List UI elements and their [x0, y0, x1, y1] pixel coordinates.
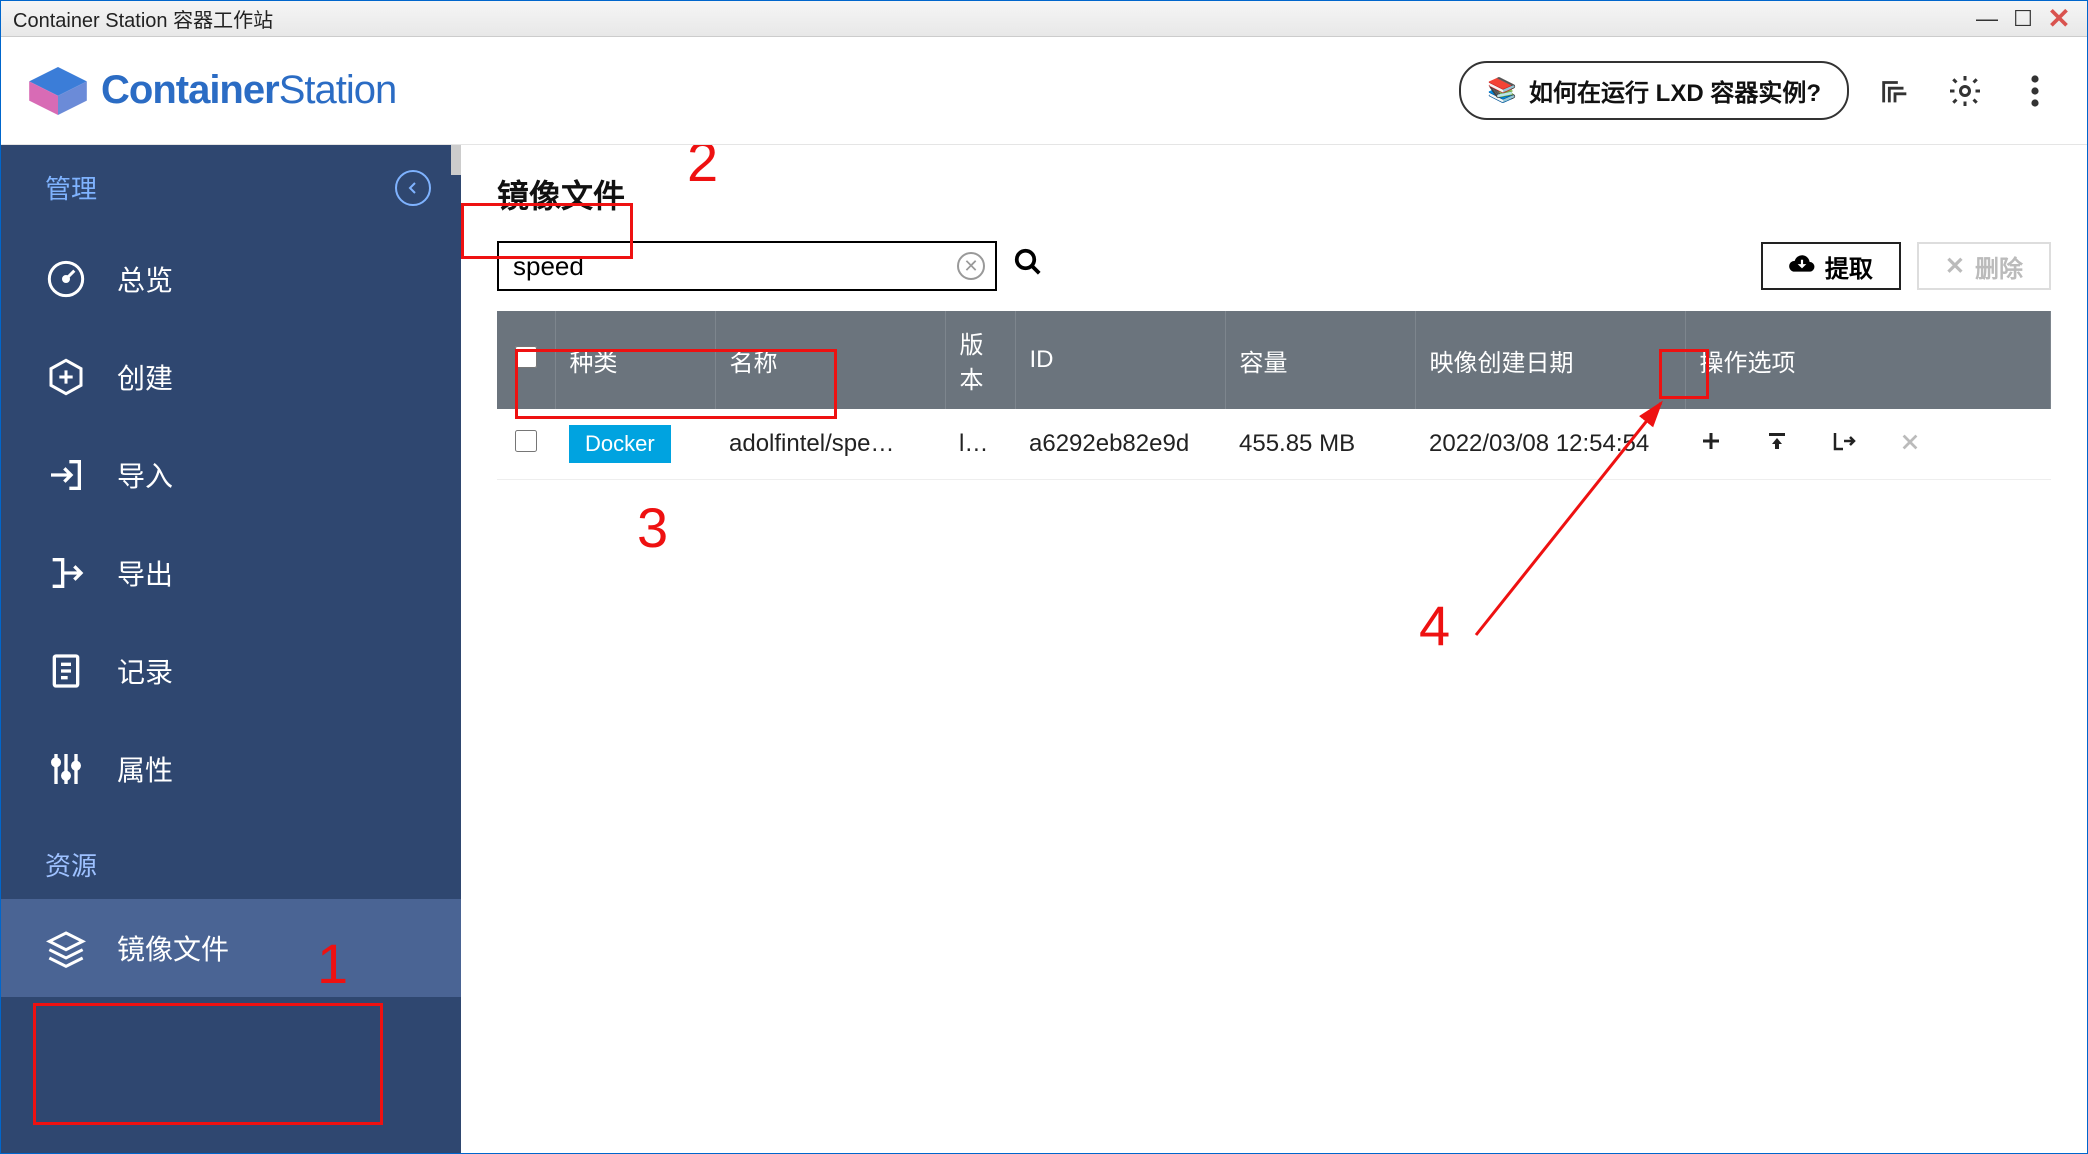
- cell-created: 2022/03/08 12:54:54: [1415, 409, 1685, 480]
- annotation-3: 3: [637, 495, 668, 560]
- sidebar-item-overview[interactable]: 总览: [1, 230, 461, 328]
- sidebar-item-import[interactable]: 导入: [1, 426, 461, 524]
- close-icon: ✕: [1945, 252, 1965, 281]
- col-id[interactable]: ID: [1015, 311, 1225, 409]
- create-container-action[interactable]: [1699, 428, 1723, 460]
- main-content: 镜像文件 ✕ 提取 ✕ 删除: [461, 145, 2087, 1153]
- window-maximize-button[interactable]: ☐: [2007, 7, 2039, 31]
- delete-button: ✕ 删除: [1917, 242, 2051, 290]
- col-actions: 操作选项: [1685, 311, 2051, 409]
- window-close-button[interactable]: ✕: [2043, 7, 2075, 31]
- window-title: Container Station 容器工作站: [13, 4, 273, 33]
- remove-action[interactable]: [1899, 428, 1921, 460]
- toolbar: ✕ 提取 ✕ 删除: [497, 241, 2051, 291]
- sidebar-item-label: 属性: [117, 749, 173, 789]
- window-minimize-button[interactable]: —: [1971, 7, 2003, 31]
- sidebar-item-label: 镜像文件: [117, 928, 229, 968]
- table-row[interactable]: Docker adolfintel/spe… l… a6292eb82e9d 4…: [497, 409, 2051, 480]
- sidebar-collapse-button[interactable]: [395, 170, 431, 206]
- plus-hex-icon: [45, 356, 87, 398]
- howto-lxd-button[interactable]: 📚 如何在运行 LXD 容器实例?: [1459, 61, 1849, 120]
- sidebar-section-resource: 资源: [1, 818, 461, 899]
- search-input-wrapper[interactable]: ✕: [497, 241, 997, 291]
- import-icon: [45, 454, 87, 496]
- sidebar-section-manage: 管理: [1, 145, 461, 230]
- col-created[interactable]: 映像创建日期: [1415, 311, 1685, 409]
- sidebar-item-images[interactable]: 镜像文件: [1, 899, 461, 997]
- images-table: 种类 名称 版本 ID 容量 映像创建日期 操作选项 Docker adolfi…: [497, 311, 2051, 480]
- sidebar-scrollbar[interactable]: [451, 145, 461, 175]
- col-version[interactable]: 版本: [945, 311, 1015, 409]
- sliders-icon: [45, 748, 87, 790]
- clear-search-button[interactable]: ✕: [957, 252, 985, 280]
- col-size[interactable]: 容量: [1225, 311, 1415, 409]
- export-action[interactable]: [1831, 428, 1857, 460]
- layers-icon: [45, 927, 87, 969]
- more-icon[interactable]: [2011, 67, 2059, 115]
- search-input[interactable]: [513, 243, 957, 289]
- sidebar-item-create[interactable]: 创建: [1, 328, 461, 426]
- sidebar-item-export[interactable]: 导出: [1, 524, 461, 622]
- cell-id: a6292eb82e9d: [1015, 409, 1225, 480]
- sidebar-item-label: 导入: [117, 455, 173, 495]
- logo-text: ContainerStation: [101, 68, 396, 113]
- sidebar-item-label: 记录: [117, 651, 173, 691]
- table-header-row: 种类 名称 版本 ID 容量 映像创建日期 操作选项: [497, 311, 2051, 409]
- sidebar-item-properties[interactable]: 属性: [1, 720, 461, 818]
- sidebar-item-label: 总览: [117, 259, 173, 299]
- howto-label: 如何在运行 LXD 容器实例?: [1529, 73, 1821, 108]
- feedback-icon[interactable]: [1871, 67, 1919, 115]
- row-checkbox[interactable]: [515, 430, 537, 452]
- search-icon[interactable]: [1013, 247, 1043, 285]
- annotation-4: 4: [1419, 593, 1450, 658]
- push-action[interactable]: [1765, 428, 1789, 460]
- sidebar-item-log[interactable]: 记录: [1, 622, 461, 720]
- sidebar-item-label: 导出: [117, 553, 173, 593]
- cell-size: 455.85 MB: [1225, 409, 1415, 480]
- sidebar-item-label: 创建: [117, 357, 173, 397]
- cell-version: l…: [945, 409, 1015, 480]
- books-icon: 📚: [1487, 76, 1517, 105]
- cell-name: adolfintel/spe…: [715, 409, 945, 480]
- select-all-checkbox[interactable]: [515, 346, 537, 368]
- row-actions: [1699, 428, 2037, 460]
- col-name[interactable]: 名称: [715, 311, 945, 409]
- pull-button[interactable]: 提取: [1761, 242, 1901, 290]
- logo-icon: [29, 67, 87, 115]
- type-badge: Docker: [569, 425, 671, 463]
- cloud-download-icon: [1789, 252, 1815, 281]
- col-type[interactable]: 种类: [555, 311, 715, 409]
- gauge-icon: [45, 258, 87, 300]
- page-title: 镜像文件: [497, 171, 2051, 217]
- app-logo: ContainerStation: [29, 67, 396, 115]
- settings-icon[interactable]: [1941, 67, 1989, 115]
- sidebar: 管理 总览 创建 导入 导出: [1, 145, 461, 1153]
- export-icon: [45, 552, 87, 594]
- app-header: ContainerStation 📚 如何在运行 LXD 容器实例?: [1, 37, 2087, 145]
- log-icon: [45, 650, 87, 692]
- window-titlebar: Container Station 容器工作站 — ☐ ✕: [1, 1, 2087, 37]
